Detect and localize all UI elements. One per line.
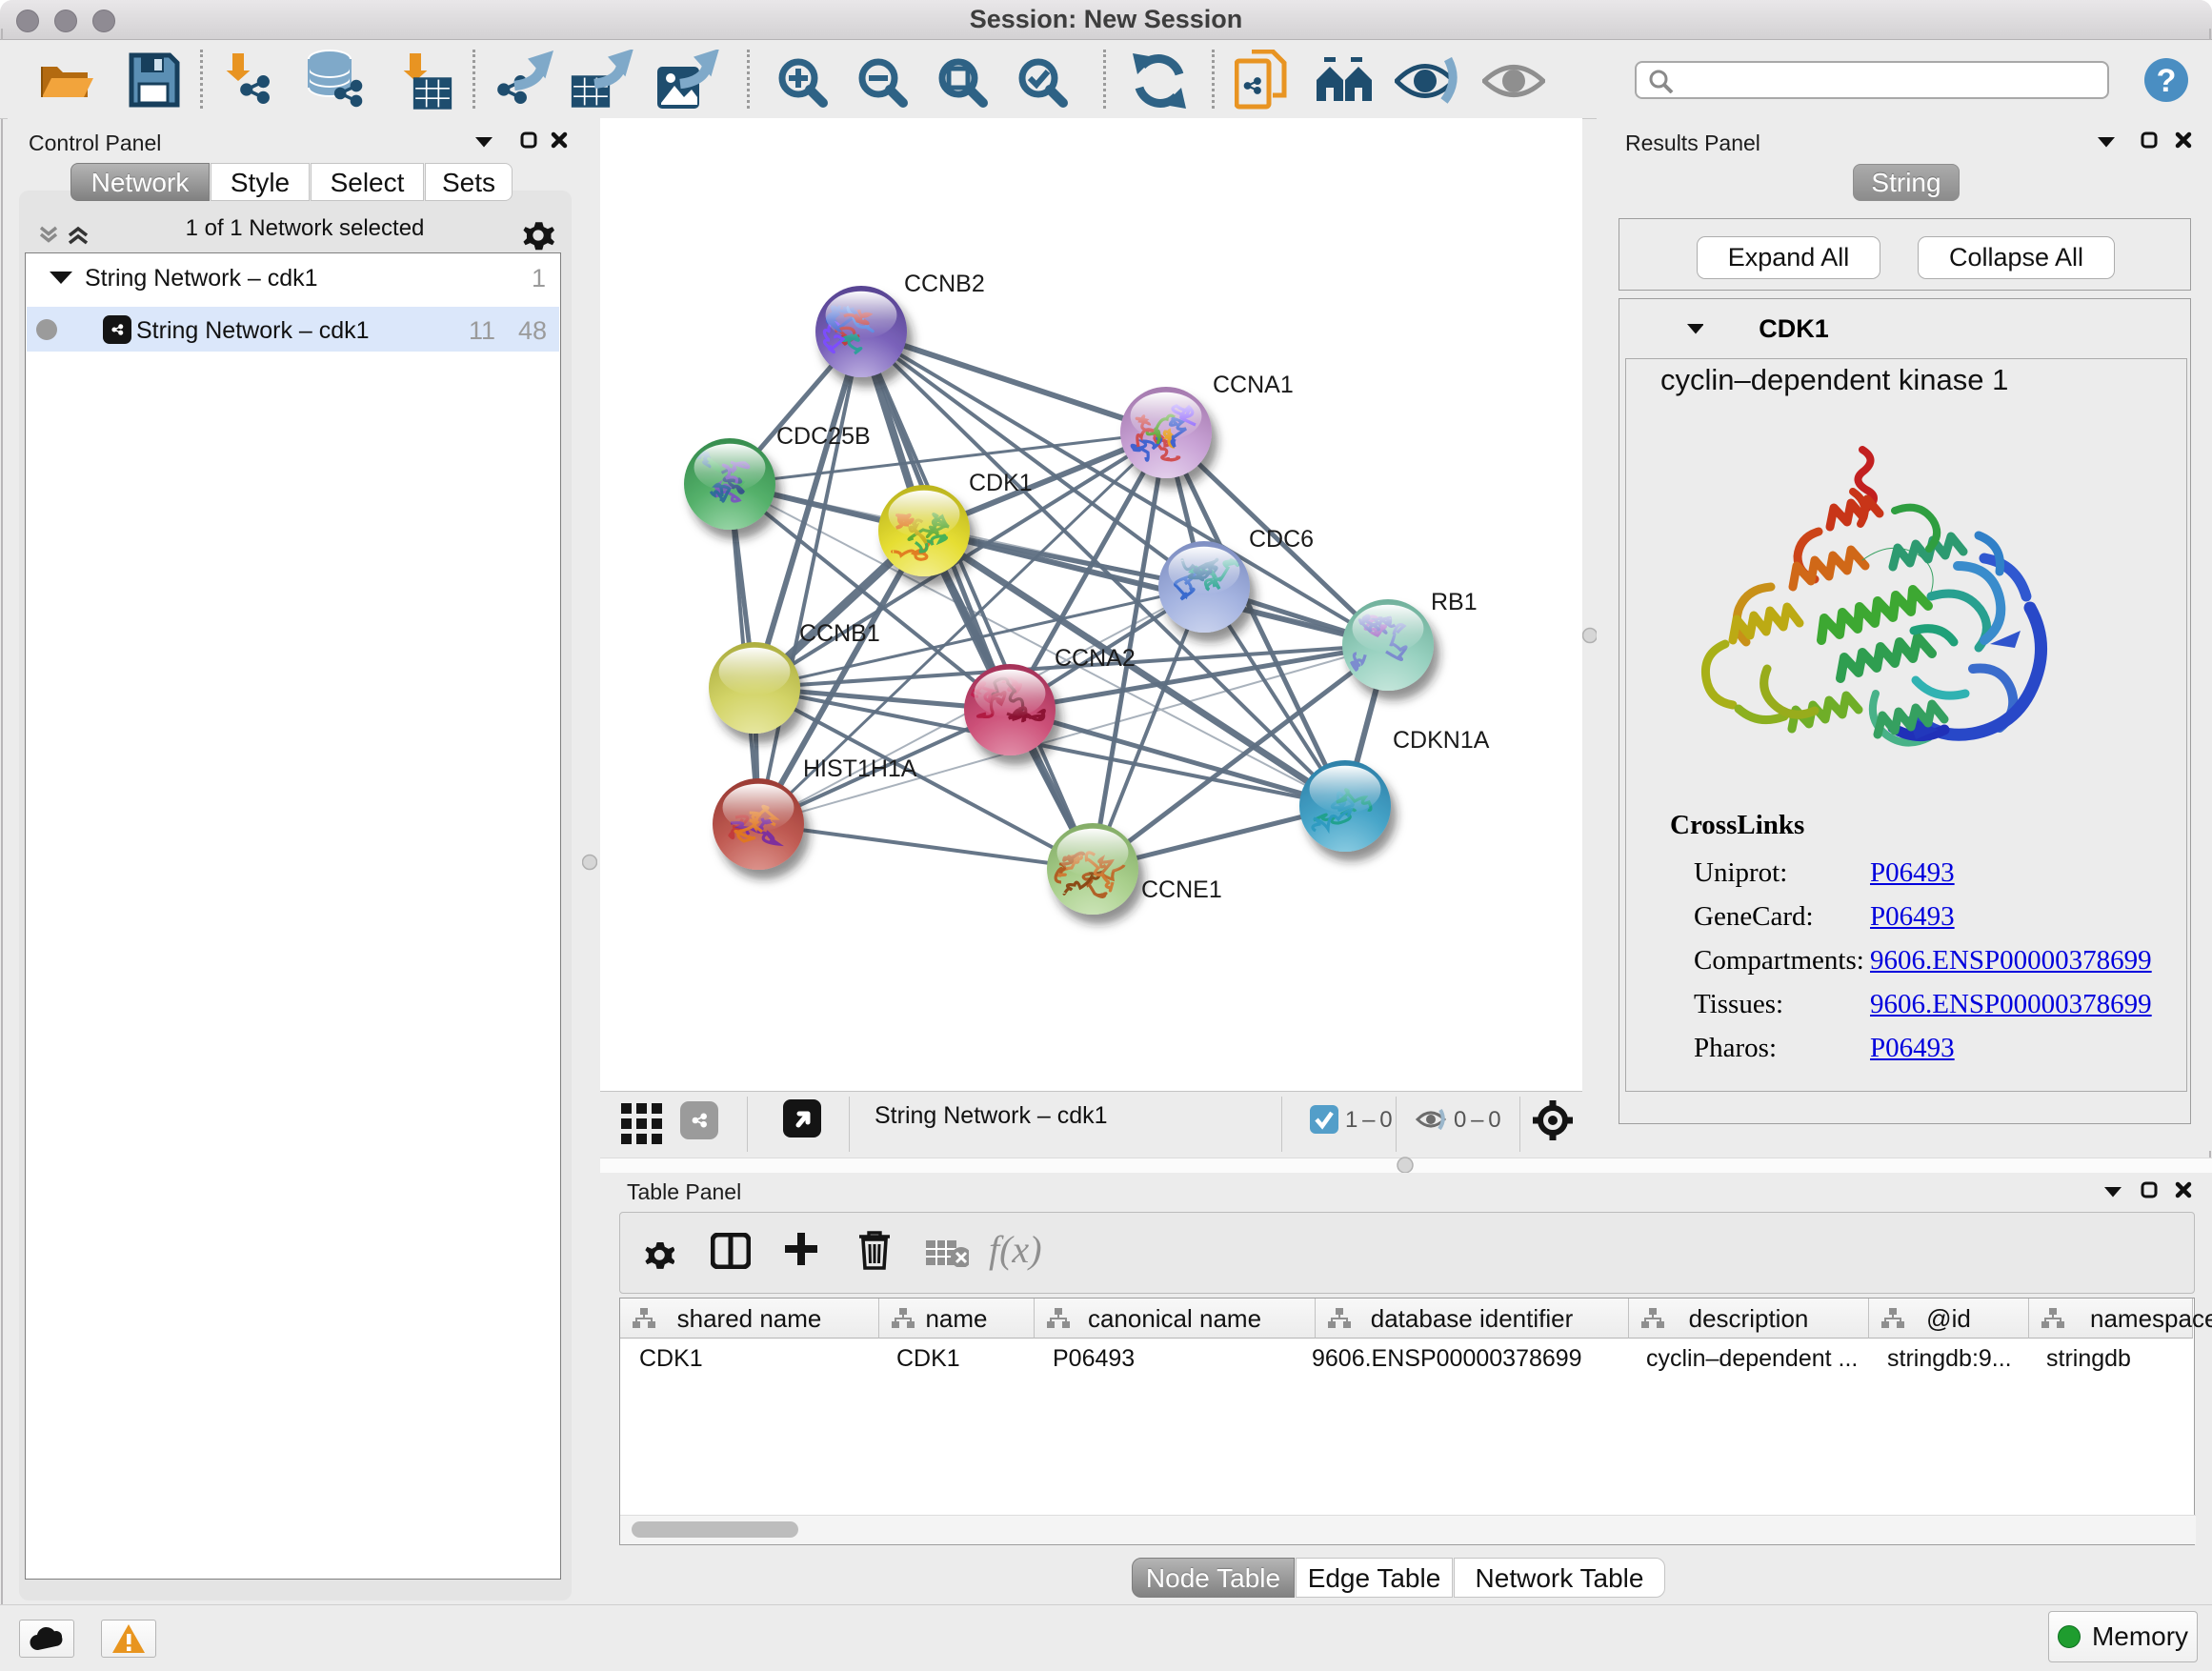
- svg-text:CCNB1: CCNB1: [799, 620, 880, 647]
- svg-text:CCNA2: CCNA2: [1055, 645, 1136, 672]
- svg-text:CDK1: CDK1: [969, 470, 1033, 496]
- svg-text:CDC25B: CDC25B: [776, 423, 871, 450]
- svg-text:CCNE1: CCNE1: [1141, 876, 1222, 903]
- svg-text:CCNA1: CCNA1: [1213, 372, 1294, 398]
- svg-text:?: ?: [2157, 63, 2177, 99]
- svg-text:CDKN1A: CDKN1A: [1393, 727, 1490, 754]
- svg-text:RB1: RB1: [1431, 589, 1478, 615]
- svg-text:CDC6: CDC6: [1249, 526, 1314, 553]
- svg-text:CCNB2: CCNB2: [904, 271, 985, 297]
- svg-text:HIST1H1A: HIST1H1A: [803, 755, 917, 782]
